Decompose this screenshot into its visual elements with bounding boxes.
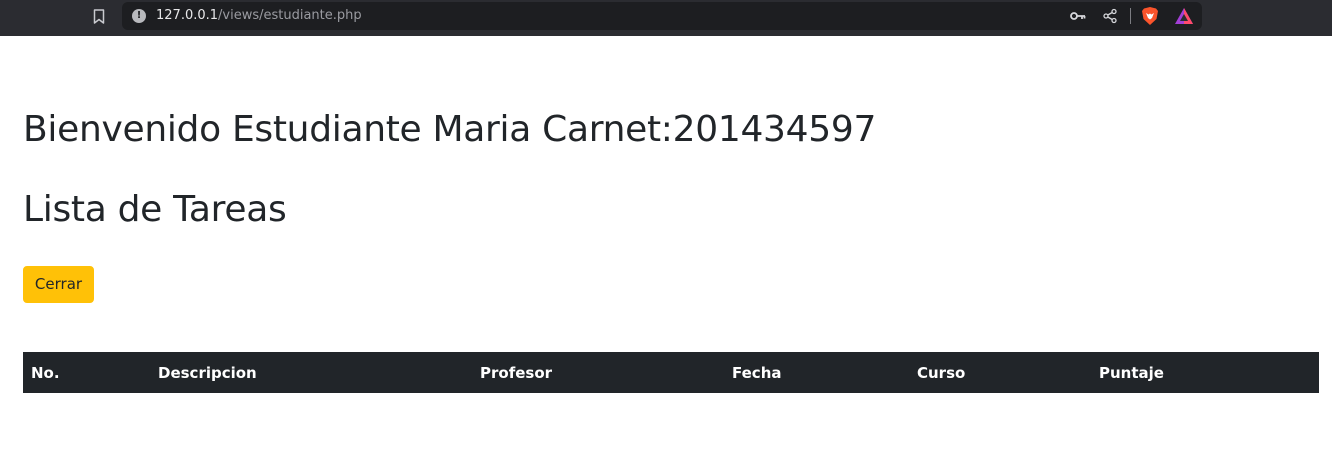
url-path: /views/estudiante.php [218, 8, 362, 23]
table-header-row: No. Descripcion Profesor Fecha Curso Pun… [23, 352, 1319, 393]
column-header-number[interactable]: No. [23, 352, 150, 393]
address-bar[interactable]: ! 127.0.0.1/views/estudiante.php [122, 2, 1202, 30]
section-title: Lista de Tareas [23, 189, 287, 230]
key-icon[interactable] [1070, 10, 1086, 22]
share-icon[interactable] [1102, 8, 1118, 24]
brave-shield-icon[interactable] [1141, 6, 1159, 26]
toolbar-separator [1130, 8, 1131, 24]
info-icon[interactable]: ! [132, 9, 146, 23]
browser-toolbar: ! 127.0.0.1/views/estudiante.php [0, 0, 1332, 36]
url-text[interactable]: 127.0.0.1/views/estudiante.php [156, 8, 362, 24]
column-header-course[interactable]: Curso [909, 352, 1091, 393]
table-header: No. Descripcion Profesor Fecha Curso Pun… [23, 352, 1319, 393]
column-header-score[interactable]: Puntaje [1091, 352, 1319, 393]
task-table: No. Descripcion Profesor Fecha Curso Pun… [23, 352, 1319, 393]
column-header-description[interactable]: Descripcion [150, 352, 472, 393]
brave-rewards-icon[interactable] [1174, 7, 1194, 25]
page-title: Bienvenido Estudiante Maria Carnet:20143… [23, 109, 877, 150]
column-header-date[interactable]: Fecha [724, 352, 909, 393]
bookmark-icon[interactable] [93, 9, 105, 24]
url-host: 127.0.0.1 [156, 8, 219, 23]
column-header-teacher[interactable]: Profesor [472, 352, 724, 393]
logout-button[interactable]: Cerrar [23, 266, 94, 303]
